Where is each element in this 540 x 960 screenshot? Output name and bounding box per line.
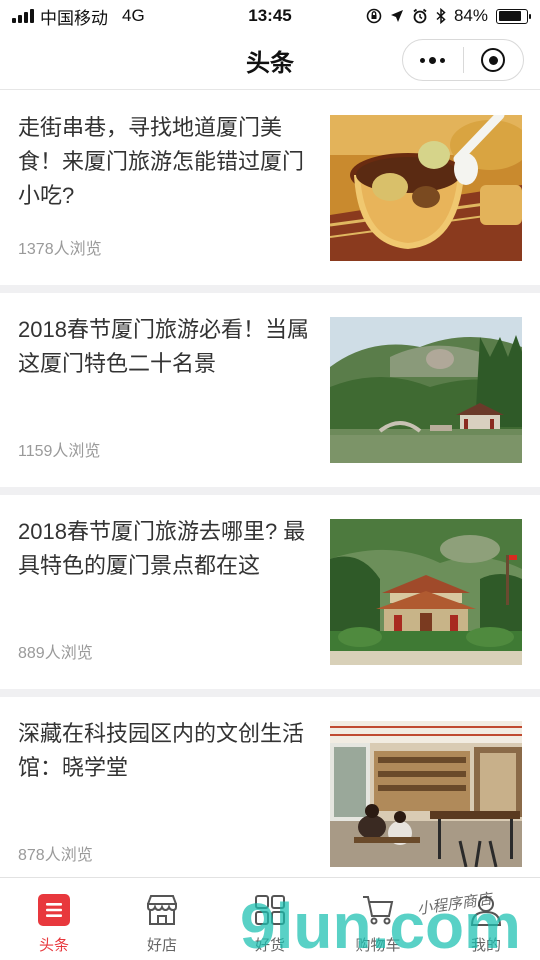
tab-cart[interactable]: 购物车 xyxy=(324,878,432,960)
battery-icon xyxy=(496,8,531,24)
status-left: 中国移动 4G xyxy=(12,4,145,29)
battery-percent: 84% xyxy=(453,6,488,25)
tab-label: 好货 xyxy=(254,937,285,954)
alarm-icon xyxy=(413,8,427,24)
article-card[interactable]: 走街串巷，寻找地道厦门美食！来厦门旅游怎能错过厦门小吃? 1378人浏览 xyxy=(0,91,540,285)
carrier-name: 中国移动 xyxy=(40,8,108,28)
list-icon xyxy=(36,892,72,928)
battery-level xyxy=(498,11,522,21)
article-views: 1159人浏览 xyxy=(18,443,101,460)
screen-rotation-lock-icon xyxy=(366,8,382,24)
signal-icon xyxy=(12,9,34,23)
tab-label: 头条 xyxy=(38,937,69,954)
tab-headlines[interactable]: 头条 xyxy=(0,878,108,960)
tab-label: 购物车 xyxy=(355,937,401,954)
article-feed[interactable]: 走街串巷，寻找地道厦门美食！来厦门旅游怎能错过厦门小吃? 1378人浏览 201… xyxy=(0,91,540,877)
tab-goods[interactable]: 好货 xyxy=(216,878,324,960)
close-target-icon xyxy=(481,48,506,72)
food-bowl-image xyxy=(330,115,522,261)
shop-icon xyxy=(144,892,180,928)
article-card[interactable]: 深藏在科技园区内的文创生活馆：晓学堂 878人浏览 xyxy=(0,697,540,877)
article-card[interactable]: 2018春节厦门旅游必看！当属这厦门特色二十名景 1159人浏览 xyxy=(0,293,540,487)
miniprogram-capsule xyxy=(402,39,524,81)
article-views: 878人浏览 xyxy=(18,847,93,864)
cafe-interior-image xyxy=(330,721,522,867)
lake-pavilion-image xyxy=(330,317,522,463)
close-miniprogram-button[interactable] xyxy=(464,40,524,80)
grid-icon xyxy=(252,892,288,928)
user-icon xyxy=(468,892,504,928)
tab-bar: 头条 好店 好货 购物车 我的 xyxy=(0,877,540,960)
article-title: 深藏在科技园区内的文创生活馆：晓学堂 xyxy=(18,721,305,780)
more-menu-button[interactable] xyxy=(403,40,463,80)
tab-label: 好店 xyxy=(146,937,177,954)
nav-bar: 头条 xyxy=(0,32,540,90)
tab-label: 我的 xyxy=(470,937,501,954)
article-card[interactable]: 2018春节厦门旅游去哪里? 最具特色的厦门景点都在这 889人浏览 xyxy=(0,495,540,689)
article-views: 889人浏览 xyxy=(18,645,93,662)
page-title: 头条 xyxy=(246,50,294,77)
article-thumbnail xyxy=(330,519,522,665)
network-type: 4G xyxy=(122,6,145,25)
status-bar: 中国移动 4G 13:45 84% xyxy=(0,0,540,32)
tab-profile[interactable]: 我的 xyxy=(432,878,540,960)
status-right: 84% xyxy=(366,6,531,26)
article-thumbnail xyxy=(330,317,522,463)
article-title: 走街串巷，寻找地道厦门美食！来厦门旅游怎能错过厦门小吃? xyxy=(18,115,305,208)
article-views: 1378人浏览 xyxy=(18,241,102,258)
article-thumbnail xyxy=(330,721,522,867)
article-title: 2018春节厦门旅游去哪里? 最具特色的厦门景点都在这 xyxy=(18,519,306,578)
article-thumbnail xyxy=(330,115,522,261)
bluetooth-icon xyxy=(436,8,446,24)
cart-icon xyxy=(360,892,396,928)
more-dots-icon xyxy=(420,56,446,64)
article-title: 2018春节厦门旅游必看！当属这厦门特色二十名景 xyxy=(18,317,309,376)
location-arrow-icon xyxy=(390,10,403,22)
temple-image xyxy=(330,519,522,665)
tab-shops[interactable]: 好店 xyxy=(108,878,216,960)
